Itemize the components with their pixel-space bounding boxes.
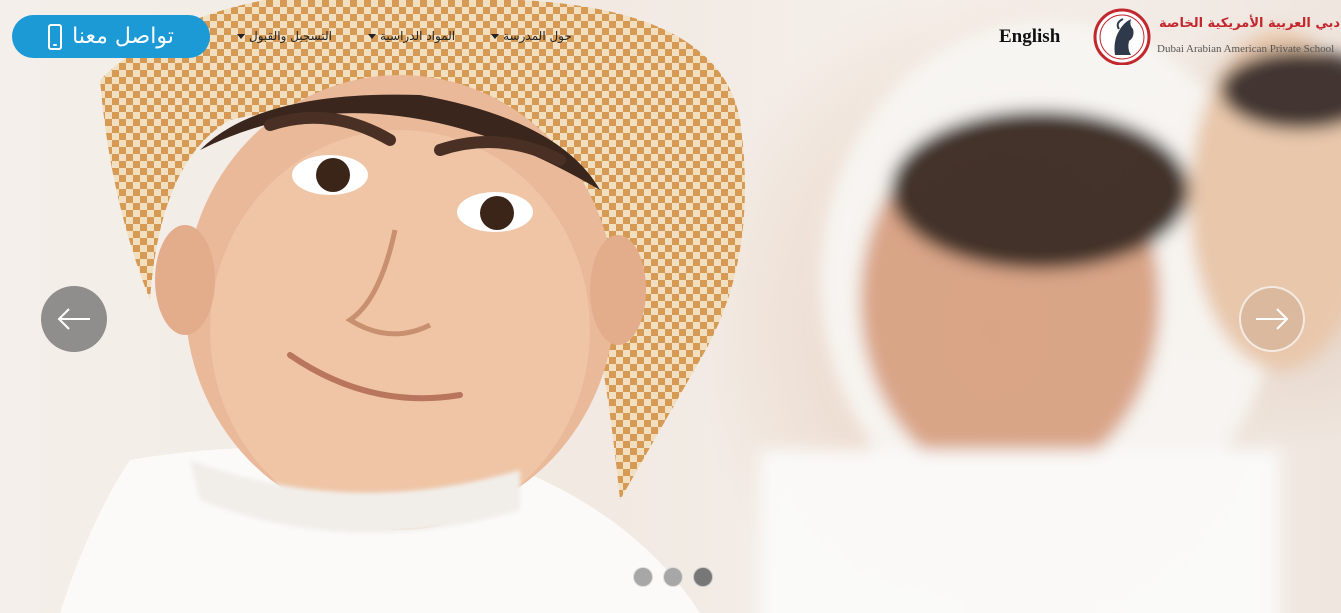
contact-us-button[interactable]: تواصل معنا [12, 15, 210, 58]
logo-name-arabic: مدرسة دبي العربية الأمريكية الخاصة [1159, 16, 1341, 31]
carousel-dot-3[interactable] [693, 567, 713, 587]
carousel-next-button[interactable] [1239, 286, 1305, 352]
horse-head-emblem-icon [1093, 8, 1151, 65]
contact-us-label: تواصل معنا [72, 24, 174, 49]
caret-down-icon [237, 33, 245, 39]
nav-item-label: التسجيل والقبول [249, 29, 332, 43]
logo-name-english: Dubai Arabian American Private School [1157, 43, 1335, 55]
caret-down-icon [367, 33, 376, 39]
nav-item-label: حول المدرسة [503, 29, 572, 43]
carousel-dot-1[interactable] [633, 567, 653, 587]
nav-item-label: المواد الدراسية [379, 29, 456, 43]
hero-photo-illustration [60, 0, 1341, 613]
mobile-phone-icon [48, 23, 63, 50]
language-switch-english[interactable]: English [999, 26, 1060, 48]
school-logo[interactable]: مدرسة دبي العربية الأمريكية الخاصة Dubai… [1093, 7, 1341, 67]
carousel-indicators [633, 567, 713, 587]
caret-down-icon [491, 33, 500, 39]
carousel-dot-2[interactable] [663, 567, 683, 587]
nav-item-admissions[interactable]: التسجيل والقبول [237, 29, 332, 43]
carousel-prev-button[interactable] [41, 286, 107, 352]
nav-item-subjects[interactable]: المواد الدراسية [367, 29, 456, 43]
arrow-right-icon [1256, 308, 1289, 330]
hero-slide-image [0, 0, 1341, 613]
nav-item-about[interactable]: حول المدرسة [491, 29, 572, 43]
arrow-left-icon [57, 308, 90, 330]
main-nav: التسجيل والقبول المواد الدراسية حول المد… [237, 29, 572, 43]
